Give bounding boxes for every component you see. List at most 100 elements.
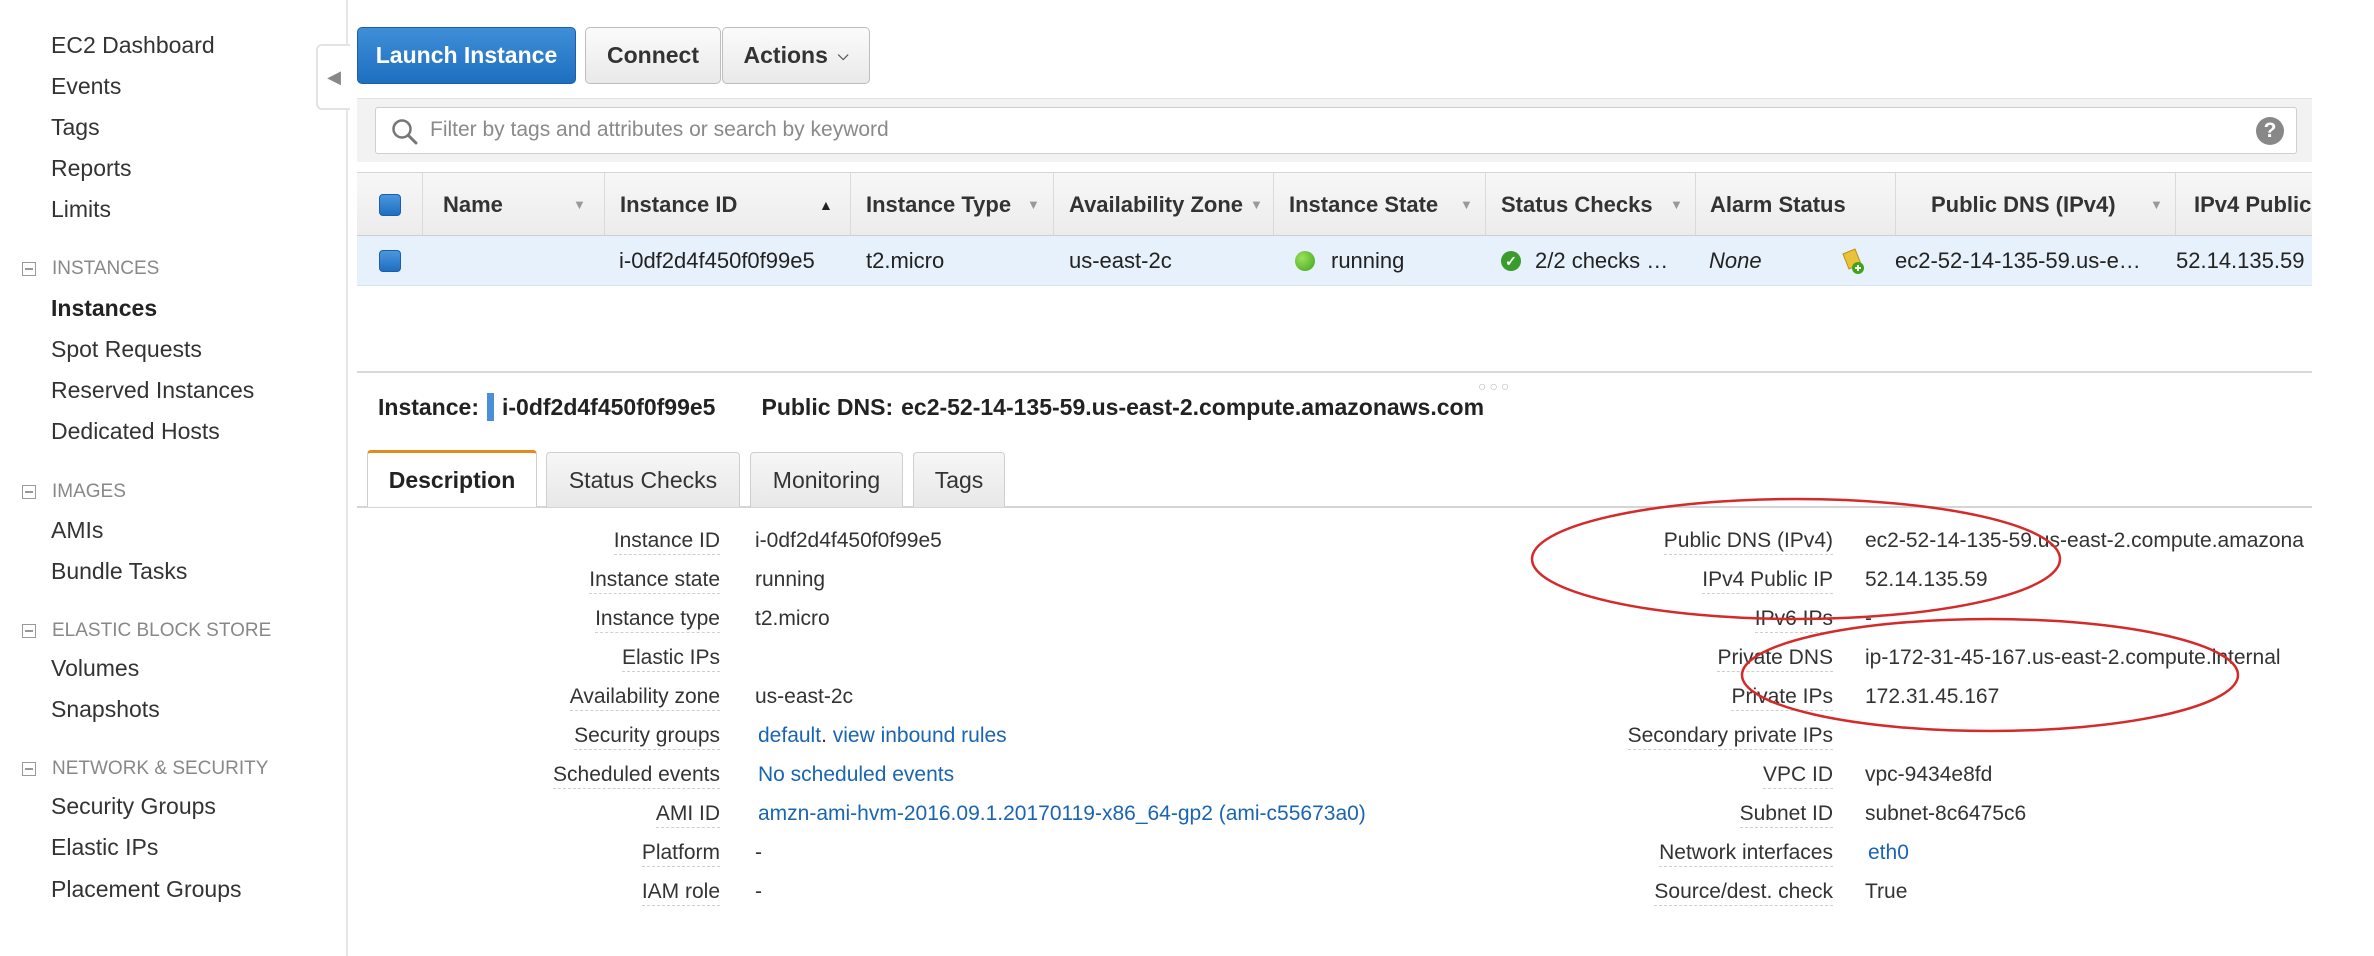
sidebar-item-spot-requests[interactable]: Spot Requests <box>51 336 202 363</box>
cell-instance-type: t2.micro <box>866 248 945 273</box>
launch-instance-button[interactable]: Launch Instance <box>357 27 576 84</box>
network-interface-eth0-link[interactable]: eth0 <box>1868 840 1909 866</box>
sidebar-section-label: IMAGES <box>52 481 126 502</box>
cell-instance-state: running <box>1295 236 1485 285</box>
field-label-source-dest-check: Source/dest. check <box>1654 879 1833 906</box>
sidebar-item-dedicated-hosts[interactable]: Dedicated Hosts <box>51 418 220 445</box>
column-header-status-checks[interactable]: Status Checks ▼ <box>1486 173 1696 235</box>
sort-icon: ▼ <box>573 197 586 212</box>
column-header-name[interactable]: Name ▼ <box>423 173 605 235</box>
field-label-secondary-private-ips: Secondary private IPs <box>1627 723 1833 750</box>
create-alarm-icon[interactable] <box>1837 236 1877 285</box>
field-value-availability-zone: us-east-2c <box>755 685 854 708</box>
help-icon[interactable]: ? <box>2256 117 2284 145</box>
field-value-ipv4-public-ip: 52.14.135.59 <box>1865 568 1988 591</box>
search-box: ? <box>375 107 2297 154</box>
sidebar-item-limits[interactable]: Limits <box>51 196 111 223</box>
column-header-instance-id[interactable]: Instance ID ▲ <box>605 173 851 235</box>
select-all-checkbox-cell[interactable] <box>357 173 423 235</box>
sidebar-item-amis[interactable]: AMIs <box>51 517 103 544</box>
sidebar-item-reserved-instances[interactable]: Reserved Instances <box>51 377 254 404</box>
field-label-network-interfaces: Network interfaces <box>1659 840 1833 867</box>
column-header-availability-zone[interactable]: Availability Zone ▼ <box>1054 173 1274 235</box>
column-header-public-dns[interactable]: Public DNS (IPv4) ▼ <box>1896 173 2176 235</box>
sidebar-section-images[interactable]: IMAGES <box>22 481 126 503</box>
sort-icon: ▼ <box>1027 197 1040 212</box>
cell-name <box>423 236 605 285</box>
collapse-section-icon <box>22 485 36 499</box>
field-label-instance-state: Instance state <box>589 567 720 594</box>
ami-id-link[interactable]: amzn-ami-hvm-2016.09.1.20170119-x86_64-g… <box>758 801 1366 827</box>
sidebar-section-network-security[interactable]: NETWORK & SECURITY <box>22 758 268 780</box>
sidebar-section-ebs[interactable]: ELASTIC BLOCK STORE <box>22 620 271 642</box>
field-label-instance-id: Instance ID <box>613 528 720 555</box>
sort-icon: ▼ <box>1250 197 1263 212</box>
bell-alarm-icon <box>1842 248 1864 274</box>
field-label-private-ips: Private IPs <box>1731 684 1833 711</box>
detail-header: Instance: i-0df2d4f450f0f99e5 Public DNS… <box>378 390 1484 424</box>
sidebar-item-reports[interactable]: Reports <box>51 155 132 182</box>
sort-icon: ▼ <box>2150 197 2163 212</box>
sidebar-item-bundle-tasks[interactable]: Bundle Tasks <box>51 558 187 585</box>
table-row[interactable]: i-0df2d4f450f0f99e5 t2.micro us-east-2c … <box>357 236 2312 286</box>
sidebar-section-label: NETWORK & SECURITY <box>52 758 269 779</box>
collapse-sidebar-button[interactable]: ◀ <box>316 44 350 110</box>
field-value-instance-id: i-0df2d4f450f0f99e5 <box>755 529 942 552</box>
field-value-source-dest-check: True <box>1865 880 1908 903</box>
public-dns-title: ec2-52-14-135-59.us-east-2.compute.amazo… <box>901 393 1485 420</box>
cell-public-dns: ec2-52-14-135-59.us-e… <box>1895 248 2141 273</box>
sort-ascending-icon: ▲ <box>819 197 833 213</box>
field-label-instance-type: Instance type <box>595 606 720 633</box>
sidebar-section-label: INSTANCES <box>52 258 160 279</box>
chevron-down-icon: ⌵ <box>837 47 849 63</box>
security-group-default-link[interactable]: default <box>758 724 821 747</box>
instance-id-title: i-0df2d4f450f0f99e5 <box>501 393 716 420</box>
sidebar-item-snapshots[interactable]: Snapshots <box>51 696 160 723</box>
actions-button[interactable]: Actions ⌵ <box>722 27 870 84</box>
cell-availability-zone: us-east-2c <box>1069 248 1172 273</box>
connect-button[interactable]: Connect <box>585 27 721 84</box>
column-header-instance-state[interactable]: Instance State ▼ <box>1274 173 1486 235</box>
row-checkbox-cell[interactable] <box>357 236 423 285</box>
running-status-icon <box>1295 251 1315 271</box>
scheduled-events-link[interactable]: No scheduled events <box>758 762 954 788</box>
cell-status-checks: ✓ 2/2 checks … <box>1501 236 1691 285</box>
field-label-ami-id: AMI ID <box>655 801 720 828</box>
column-header-alarm-status[interactable]: Alarm Status <box>1696 173 1896 235</box>
field-value-platform: - <box>755 841 762 864</box>
sidebar-item-events[interactable]: Events <box>51 73 121 100</box>
row-checkbox[interactable] <box>379 250 401 272</box>
tab-tags[interactable]: Tags <box>913 452 1005 507</box>
view-inbound-rules-link[interactable]: view inbound rules <box>833 724 1007 747</box>
tab-status-checks[interactable]: Status Checks <box>546 452 740 507</box>
field-label-scheduled-events: Scheduled events <box>553 762 720 789</box>
search-input[interactable] <box>430 108 2230 152</box>
cell-instance-id: i-0df2d4f450f0f99e5 <box>619 248 815 273</box>
tab-monitoring[interactable]: Monitoring <box>750 452 903 507</box>
tab-description[interactable]: Description <box>367 450 537 507</box>
sidebar-item-tags[interactable]: Tags <box>51 114 100 141</box>
column-header-ipv4-public-ip[interactable]: IPv4 Public IP <box>2176 173 2312 235</box>
sidebar-section-label: ELASTIC BLOCK STORE <box>52 620 272 641</box>
sidebar-item-ec2-dashboard[interactable]: EC2 Dashboard <box>51 32 215 59</box>
column-header-instance-type[interactable]: Instance Type ▼ <box>851 173 1054 235</box>
collapse-section-icon <box>22 762 36 776</box>
filter-bar: ? <box>357 98 2312 162</box>
field-value-vpc-id: vpc-9434e8fd <box>1865 763 1993 786</box>
field-label-private-dns: Private DNS <box>1717 645 1833 672</box>
annotation-ellipse-private <box>1740 617 2240 733</box>
field-label-iam-role: IAM role <box>641 879 720 906</box>
sidebar-item-placement-groups[interactable]: Placement Groups <box>51 876 241 903</box>
instance-label: Instance: <box>378 393 479 420</box>
field-value-private-dns: ip-172-31-45-167.us-east-2.compute.inter… <box>1865 646 2281 669</box>
sidebar-section-instances[interactable]: INSTANCES <box>22 258 159 280</box>
sidebar-item-security-groups[interactable]: Security Groups <box>51 793 216 820</box>
sidebar-item-instances[interactable]: Instances <box>51 295 157 322</box>
field-value-ipv6-ips: - <box>1865 607 1872 630</box>
cell-ipv4-public-ip: 52.14.135.59 <box>2176 248 2305 273</box>
sidebar-item-elastic-ips[interactable]: Elastic IPs <box>51 834 158 861</box>
collapse-section-icon <box>22 262 36 276</box>
sidebar-item-volumes[interactable]: Volumes <box>51 655 139 682</box>
select-all-checkbox[interactable] <box>378 194 401 216</box>
pane-splitter[interactable] <box>357 371 2312 373</box>
